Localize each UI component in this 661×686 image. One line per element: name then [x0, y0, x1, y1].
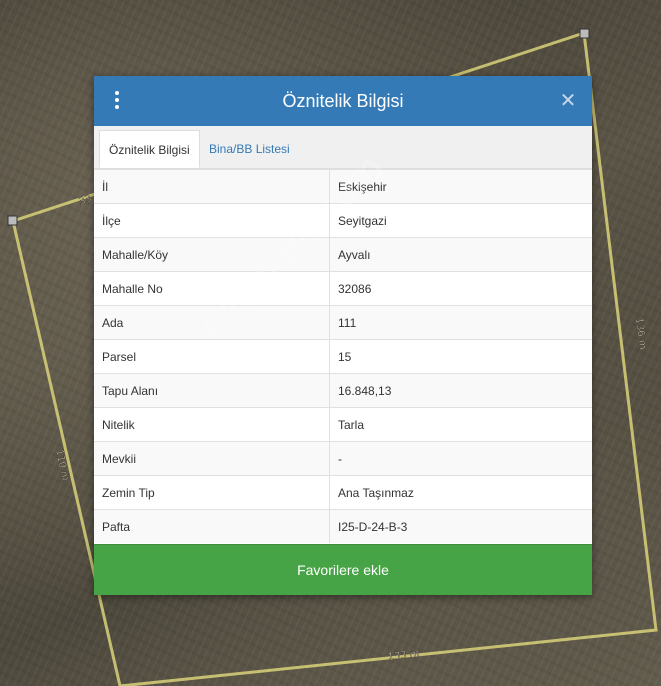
- row-value: I25-D-24-B-3: [329, 509, 592, 543]
- table-row: Parsel 15: [94, 339, 592, 374]
- table-row: İl Eskişehir: [94, 169, 592, 204]
- table-row: Pafta I25-D-24-B-3: [94, 509, 592, 543]
- tab-attribute-info[interactable]: Öznitelik Bilgisi: [99, 130, 200, 168]
- row-value: 32086: [329, 271, 592, 306]
- add-to-favorites-button[interactable]: Favorilere ekle: [94, 544, 592, 595]
- row-value: 111: [329, 305, 592, 340]
- table-row: Mevkii -: [94, 441, 592, 476]
- row-key: İl: [94, 169, 330, 204]
- row-value: Ana Taşınmaz: [329, 475, 592, 510]
- row-value: -: [329, 441, 592, 476]
- table-row: Nitelik Tarla: [94, 407, 592, 442]
- table-row: Mahalle/Köy Ayvalı: [94, 237, 592, 272]
- vertex-handle[interactable]: [7, 215, 18, 226]
- attribute-info-dialog: Öznitelik Bilgisi ✕ Öznitelik Bilgisi Bi…: [94, 76, 592, 595]
- row-key: Mahalle/Köy: [94, 237, 330, 272]
- vertex-handle[interactable]: [579, 28, 590, 39]
- row-value: 15: [329, 339, 592, 374]
- dialog-title: Öznitelik Bilgisi: [282, 91, 404, 111]
- close-icon[interactable]: ✕: [558, 90, 578, 110]
- row-key: Nitelik: [94, 407, 330, 442]
- row-key: Ada: [94, 305, 330, 340]
- row-key: Pafta: [94, 509, 330, 543]
- row-value: Seyitgazi: [329, 203, 592, 238]
- measurement-label: 136 m: [633, 317, 648, 350]
- row-key: Parsel: [94, 339, 330, 374]
- row-value: 16.848,13: [329, 373, 592, 408]
- attribute-table: İl Eskişehir İlçe Seyitgazi Mahalle/Köy …: [94, 169, 592, 543]
- row-value: Tarla: [329, 407, 592, 442]
- row-value: Eskişehir: [329, 169, 592, 204]
- row-key: Tapu Alanı: [94, 373, 330, 408]
- tab-bar: Öznitelik Bilgisi Bina/BB Listesi: [94, 126, 592, 169]
- row-key: Mevkii: [94, 441, 330, 476]
- row-key: İlçe: [94, 203, 330, 238]
- measurement-label: 133 m: [387, 649, 420, 663]
- dialog-header: Öznitelik Bilgisi ✕: [94, 76, 592, 126]
- row-value: Ayvalı: [329, 237, 592, 272]
- table-row: İlçe Seyitgazi: [94, 203, 592, 238]
- tab-building-list[interactable]: Bina/BB Listesi: [200, 130, 299, 168]
- row-key: Zemin Tip: [94, 475, 330, 510]
- table-row: Ada 111: [94, 305, 592, 340]
- table-row: Zemin Tip Ana Taşınmaz: [94, 475, 592, 510]
- row-key: Mahalle No: [94, 271, 330, 306]
- table-row: Tapu Alanı 16.848,13: [94, 373, 592, 408]
- table-row: Mahalle No 32086: [94, 271, 592, 306]
